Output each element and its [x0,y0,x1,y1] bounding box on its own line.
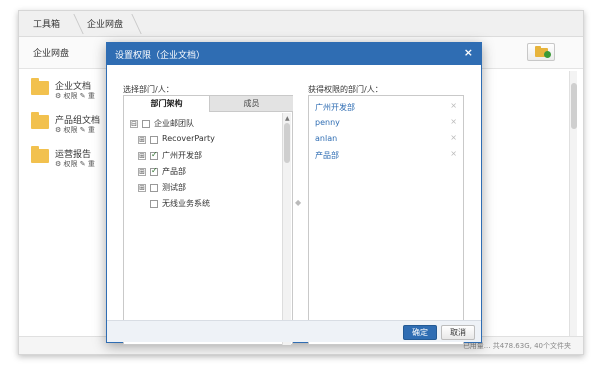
expand-icon[interactable]: ⊞ [138,168,146,176]
granted-name: 广州开发部 [315,103,355,112]
file-actions: ⚙ 权限 ✎ 重 [55,159,95,169]
scroll-up-icon[interactable]: ▲ [285,115,290,122]
collapse-icon[interactable]: ⊟ [130,120,138,128]
granted-item: penny × [315,116,459,130]
tree-checkbox-checked[interactable] [150,150,158,160]
file-actions: ⚙ 权限 ✎ 重 [55,91,95,101]
permission-link[interactable]: 权限 [64,126,78,134]
remove-icon[interactable]: × [450,133,457,142]
close-icon[interactable]: × [464,46,473,59]
edit-icon: ✎ [79,92,86,100]
permission-dialog: 设置权限（企业文档） × 选择部门/人： 获得权限的部门/人： 部门架构 成员 … [106,42,482,345]
selector-panel: 部门架构 成员 ⊟ 企业邮团队 ⊞ RecoverParty ⊞ 广州开发部 ⊞ [123,95,293,345]
edit-icon: ✎ [79,126,86,134]
permission-link[interactable]: 权限 [64,160,78,168]
granted-label: 获得权限的部门/人： [308,85,383,94]
tree-label[interactable]: 产品部 [162,166,186,177]
edit-icon: ✎ [79,160,86,168]
breadcrumb-separator [122,14,142,34]
tree-label[interactable]: RecoverParty [162,134,215,143]
breadcrumb-root[interactable]: 工具箱 [33,17,60,30]
tab-members[interactable]: 成员 [209,96,293,112]
dialog-header: 设置权限（企业文档） × [107,43,481,65]
remove-icon[interactable]: × [450,117,457,126]
expand-icon[interactable]: ⊞ [138,184,146,192]
tree-checkbox[interactable] [150,184,158,192]
tree-checkbox[interactable] [142,120,150,128]
page-title: 企业网盘 [33,49,70,59]
permission-icon: ⚙ [55,160,62,168]
granted-name: penny [315,118,340,127]
folder-icon [31,146,49,163]
tree-scrollbar[interactable]: ▲ ▼ [282,113,291,345]
dialog-footer: 确定 取消 [107,320,481,342]
plus-icon [544,51,551,58]
file-actions: ⚙ 权限 ✎ 重 [55,125,95,135]
tree-label[interactable]: 企业邮团队 [154,118,194,129]
granted-item: 广州开发部 × [315,100,459,114]
cancel-button[interactable]: 取消 [441,325,475,340]
permission-icon: ⚙ [55,126,62,134]
granted-name: 产品部 [315,151,339,160]
expand-icon[interactable]: ⊞ [138,136,146,144]
scrollbar-thumb[interactable] [284,123,290,163]
main-scrollbar[interactable] [569,71,577,341]
folder-icon [31,112,49,129]
rename-link[interactable]: 重 [88,160,95,168]
permission-link[interactable]: 权限 [64,92,78,100]
breadcrumb: 工具箱 企业网盘 [19,11,583,37]
scrollbar-thumb[interactable] [571,83,577,129]
transfer-arrow-icon: ◆ [295,198,302,207]
new-folder-button[interactable] [527,43,555,61]
granted-name: anlan [315,134,338,143]
tree-checkbox[interactable] [150,136,158,144]
breadcrumb-current[interactable]: 企业网盘 [87,17,123,30]
tree-label[interactable]: 测试部 [162,182,186,193]
tree-checkbox-checked[interactable] [150,166,158,176]
tree-checkbox[interactable] [150,200,158,208]
dialog-title: 设置权限（企业文档） [115,51,206,61]
ok-button[interactable]: 确定 [403,325,437,340]
remove-icon[interactable]: × [450,101,457,110]
folder-icon [31,78,49,95]
granted-item: 产品部 × [315,148,459,162]
granted-item: anlan × [315,132,459,146]
tree-label[interactable]: 广州开发部 [162,150,202,161]
rename-link[interactable]: 重 [88,126,95,134]
permission-icon: ⚙ [55,92,62,100]
tab-org-structure[interactable]: 部门架构 [124,96,209,112]
rename-link[interactable]: 重 [88,92,95,100]
expand-icon[interactable]: ⊞ [138,152,146,160]
breadcrumb-separator [64,14,84,34]
remove-icon[interactable]: × [450,149,457,158]
granted-panel: 广州开发部 × penny × anlan × 产品部 × [308,95,464,345]
tree-label[interactable]: 无线业务系统 [162,198,210,209]
select-label: 选择部门/人： [123,85,174,94]
org-tree: ⊟ 企业邮团队 ⊞ RecoverParty ⊞ 广州开发部 ⊞ 产品部 ⊞ [124,112,282,344]
